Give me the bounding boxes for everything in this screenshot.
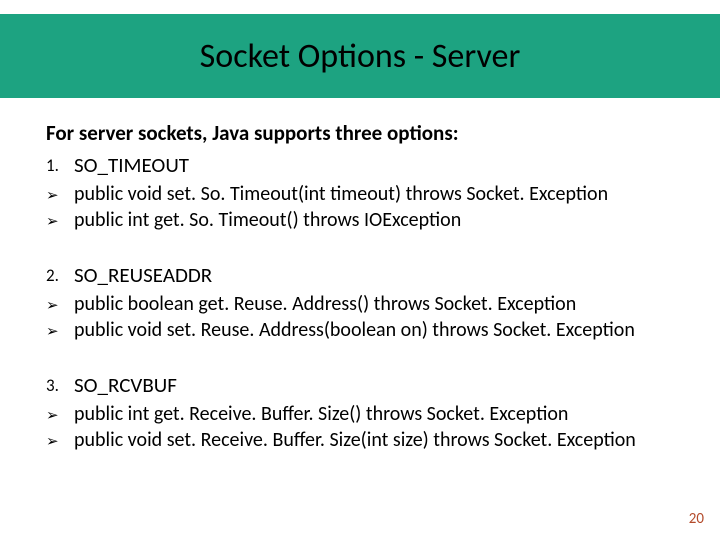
option-3-heading: 3. SO_RCVBUF bbox=[46, 372, 690, 398]
option-3-method-1: ➢ public int get. Receive. Buffer. Size(… bbox=[46, 402, 690, 426]
chevron-icon: ➢ bbox=[46, 318, 74, 342]
option-3-method-2: ➢ public void set. Receive. Buffer. Size… bbox=[46, 428, 690, 452]
slide-body: For server sockets, Java supports three … bbox=[46, 120, 690, 454]
chevron-icon: ➢ bbox=[46, 292, 74, 316]
option-1-heading: 1. SO_TIMEOUT bbox=[46, 152, 690, 178]
intro-line: For server sockets, Java supports three … bbox=[46, 120, 690, 146]
method-signature: public void set. Reuse. Address(boolean … bbox=[74, 318, 690, 342]
method-signature: public int get. Receive. Buffer. Size() … bbox=[74, 402, 690, 426]
option-name: SO_RCVBUF bbox=[74, 372, 690, 398]
spacer bbox=[46, 344, 690, 372]
option-1-method-1: ➢ public void set. So. Timeout(int timeo… bbox=[46, 182, 690, 206]
spacer bbox=[46, 234, 690, 262]
option-1-method-2: ➢ public int get. So. Timeout() throws I… bbox=[46, 208, 690, 232]
method-signature: public void set. Receive. Buffer. Size(i… bbox=[74, 428, 690, 452]
chevron-icon: ➢ bbox=[46, 428, 74, 452]
chevron-icon: ➢ bbox=[46, 208, 74, 232]
list-number: 2. bbox=[46, 262, 74, 288]
list-number: 1. bbox=[46, 152, 74, 178]
list-number: 3. bbox=[46, 372, 74, 398]
method-signature: public void set. So. Timeout(int timeout… bbox=[74, 182, 690, 206]
title-banner: Socket Options - Server bbox=[0, 14, 720, 98]
chevron-icon: ➢ bbox=[46, 182, 74, 206]
method-signature: public int get. So. Timeout() throws IOE… bbox=[74, 208, 690, 232]
slide-title: Socket Options - Server bbox=[200, 36, 521, 77]
page-number: 20 bbox=[689, 510, 704, 528]
option-name: SO_TIMEOUT bbox=[74, 152, 690, 178]
option-2-method-1: ➢ public boolean get. Reuse. Address() t… bbox=[46, 292, 690, 316]
chevron-icon: ➢ bbox=[46, 402, 74, 426]
option-name: SO_REUSEADDR bbox=[74, 262, 690, 288]
method-signature: public boolean get. Reuse. Address() thr… bbox=[74, 292, 690, 316]
option-2-method-2: ➢ public void set. Reuse. Address(boolea… bbox=[46, 318, 690, 342]
option-2-heading: 2. SO_REUSEADDR bbox=[46, 262, 690, 288]
